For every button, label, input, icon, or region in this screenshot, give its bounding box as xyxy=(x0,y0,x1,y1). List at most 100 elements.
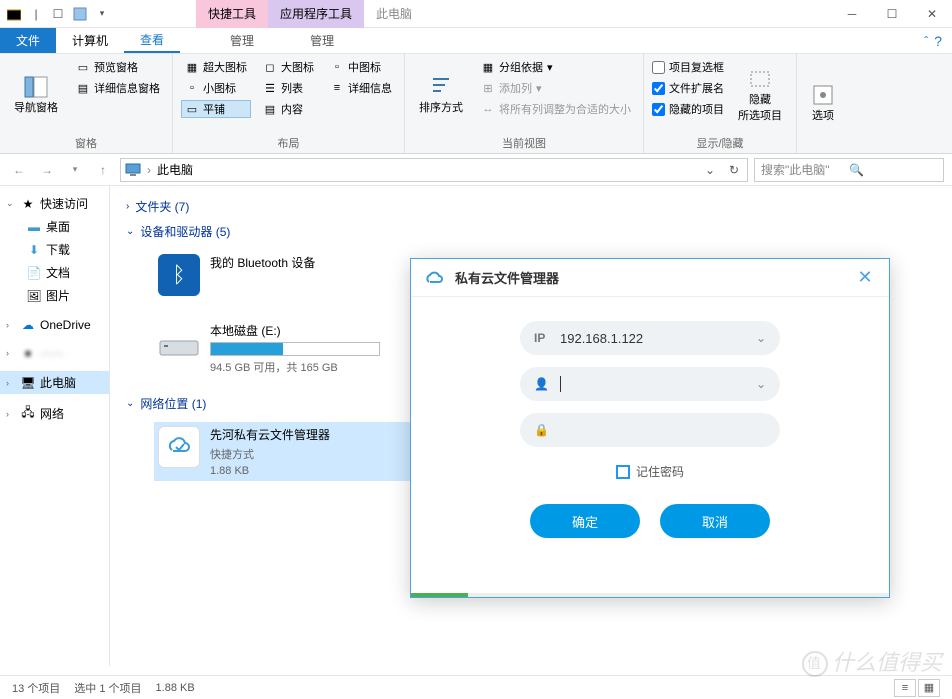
label: 添加列 xyxy=(499,80,532,96)
tab-view[interactable]: 查看 xyxy=(124,28,180,53)
tile-icon: ▭ xyxy=(185,102,199,116)
layout-xl-button[interactable]: ▦超大图标 xyxy=(181,58,251,76)
nav-up-button[interactable]: ↑ xyxy=(92,159,114,181)
options-icon xyxy=(811,83,835,107)
sidebar-this-pc[interactable]: ›🖥此电脑 xyxy=(0,371,109,394)
quick-access-toolbar: | ☐ ▾ xyxy=(0,6,116,22)
chevron-down-icon[interactable]: ⌄ xyxy=(756,331,766,345)
sidebar-desktop[interactable]: ▬桌面 xyxy=(0,215,109,238)
qat-dropdown-icon[interactable]: ▾ xyxy=(94,6,110,22)
drive-e[interactable]: 本地磁盘 (E:) 94.5 GB 可用，共 165 GB xyxy=(154,318,414,379)
tab-file[interactable]: 文件 xyxy=(0,28,56,53)
drive-bluetooth[interactable]: ᛒ 我的 Bluetooth 设备 xyxy=(154,250,414,300)
nav-forward-button[interactable]: → xyxy=(36,159,58,181)
label: 列表 xyxy=(281,80,303,96)
sidebar-pictures[interactable]: 🖼图片 xyxy=(0,284,109,307)
layout-list-button[interactable]: ☰列表 xyxy=(259,79,318,97)
label: 设备和驱动器 (5) xyxy=(140,223,230,240)
properties-icon[interactable]: ☐ xyxy=(50,6,66,22)
label: 排序方式 xyxy=(419,101,463,116)
view-icons-button[interactable]: ▦ xyxy=(918,679,940,697)
refresh-icon[interactable]: ↻ xyxy=(725,163,743,177)
label: 预览窗格 xyxy=(94,59,138,75)
username-input[interactable] xyxy=(560,376,746,392)
nav-back-button[interactable]: ← xyxy=(8,159,30,181)
address-field[interactable]: › 此电脑 ⌄ ↻ xyxy=(120,158,748,182)
fit-columns-button: ↔将所有列调整为合适的大小 xyxy=(477,100,635,118)
layout-l-button[interactable]: ◻大图标 xyxy=(259,58,318,76)
network-item-cloud[interactable]: 先河私有云文件管理器 快捷方式 1.88 KB xyxy=(154,422,414,481)
hide-icon xyxy=(748,67,772,91)
chevron-down-icon[interactable]: ⌄ xyxy=(756,377,766,391)
password-field[interactable]: 🔒 xyxy=(520,413,780,447)
sidebar-documents[interactable]: 📄文档 xyxy=(0,261,109,284)
qat-item-icon[interactable] xyxy=(72,6,88,22)
cancel-button[interactable]: 取消 xyxy=(660,504,770,538)
layout-content-button[interactable]: ▤内容 xyxy=(259,100,318,118)
close-button[interactable]: ✕ xyxy=(912,0,952,28)
label: 此电脑 xyxy=(40,374,76,391)
download-icon: ⬇ xyxy=(26,243,42,257)
ip-field[interactable]: IP 192.168.1.122 ⌄ xyxy=(520,321,780,355)
nav-pane-icon xyxy=(24,75,48,99)
s-icon: ▫ xyxy=(185,81,199,95)
dialog-title: 私有云文件管理器 xyxy=(455,268,853,287)
options-button[interactable]: 选项 xyxy=(805,58,841,149)
label: 我的 Bluetooth 设备 xyxy=(210,254,315,271)
label: 桌面 xyxy=(46,218,70,235)
search-field[interactable]: 搜索"此电脑" 🔍 xyxy=(754,158,944,182)
preview-pane-button[interactable]: ▭预览窗格 xyxy=(72,58,164,76)
label: 隐藏的项目 xyxy=(669,101,724,117)
tab-manage-2[interactable]: 管理 xyxy=(294,28,350,53)
ok-button[interactable]: 确定 xyxy=(530,504,640,538)
minimize-button[interactable]: ─ xyxy=(832,0,872,28)
ctx-tab-shortcut-tools[interactable]: 快捷工具 xyxy=(196,0,268,28)
nav-recent-button[interactable]: ▾ xyxy=(64,159,86,181)
navigation-sidebar: ⌄★快速访问 ▬桌面 ⬇下载 📄文档 🖼图片 ›☁OneDrive ›●—— ›… xyxy=(0,186,110,666)
tab-manage-1[interactable]: 管理 xyxy=(214,28,270,53)
sort-by-button[interactable]: 排序方式 xyxy=(413,58,469,133)
dialog-close-button[interactable]: ✕ xyxy=(853,266,877,290)
hidden-items-toggle[interactable]: 隐藏的项目 xyxy=(652,100,724,118)
hide-selected-button[interactable]: 隐藏 所选项目 xyxy=(732,58,788,133)
section-folders[interactable]: ›文件夹 (7) xyxy=(126,194,936,219)
label: 分组依据 xyxy=(499,59,543,75)
sidebar-unknown[interactable]: ›●—— xyxy=(0,343,109,363)
group-by-button[interactable]: ▦分组依据 ▾ xyxy=(477,58,635,76)
blur-icon: ● xyxy=(20,346,36,360)
label: 内容 xyxy=(281,101,303,117)
nav-pane-button[interactable]: 导航窗格 xyxy=(8,58,64,133)
maximize-button[interactable]: ☐ xyxy=(872,0,912,28)
ribbon-collapse-button[interactable]: ˆ ? xyxy=(914,28,952,53)
layout-tile-button[interactable]: ▭平铺 xyxy=(181,100,251,118)
details-pane-button[interactable]: ▤详细信息窗格 xyxy=(72,79,164,97)
layout-det-button[interactable]: ≡详细信息 xyxy=(326,79,396,97)
view-details-button[interactable]: ≡ xyxy=(894,679,916,697)
group-label: 窗格 xyxy=(8,133,164,151)
sidebar-quick-access[interactable]: ⌄★快速访问 xyxy=(0,192,109,215)
file-ext-toggle[interactable]: 文件扩展名 xyxy=(652,79,724,97)
remember-password-toggle[interactable]: 记住密码 xyxy=(616,463,684,480)
username-field[interactable]: 👤 ⌄ xyxy=(520,367,780,401)
tab-computer[interactable]: 计算机 xyxy=(56,28,124,53)
sidebar-downloads[interactable]: ⬇下载 xyxy=(0,238,109,261)
l-icon: ◻ xyxy=(263,60,277,74)
dialog-body: IP 192.168.1.122 ⌄ 👤 ⌄ 🔒 记住密码 确定 取消 xyxy=(411,297,889,593)
sidebar-network[interactable]: ›🖧网络 xyxy=(0,402,109,425)
group-label: 当前视图 xyxy=(413,133,635,151)
onedrive-icon: ☁ xyxy=(20,318,36,332)
det-icon: ≡ xyxy=(330,81,344,95)
address-dropdown-icon[interactable]: ⌄ xyxy=(701,163,719,177)
sidebar-onedrive[interactable]: ›☁OneDrive xyxy=(0,315,109,335)
drive-stats: 94.5 GB 可用，共 165 GB xyxy=(210,359,380,375)
section-devices[interactable]: ⌄设备和驱动器 (5) xyxy=(126,219,936,244)
item-checkboxes-toggle[interactable]: 项目复选框 xyxy=(652,58,724,76)
addcol-icon: ⊞ xyxy=(481,81,495,95)
add-column-button: ⊞添加列 ▾ xyxy=(477,79,635,97)
label: 项目复选框 xyxy=(669,59,724,75)
ip-value: 192.168.1.122 xyxy=(560,331,746,346)
ribbon: 导航窗格 ▭预览窗格 ▤详细信息窗格 窗格 ▦超大图标 ▫小图标 ▭平铺 ◻大图… xyxy=(0,54,952,154)
layout-s-button[interactable]: ▫小图标 xyxy=(181,79,251,97)
layout-m-button[interactable]: ▫中图标 xyxy=(326,58,396,76)
ctx-tab-app-tools[interactable]: 应用程序工具 xyxy=(268,0,364,28)
